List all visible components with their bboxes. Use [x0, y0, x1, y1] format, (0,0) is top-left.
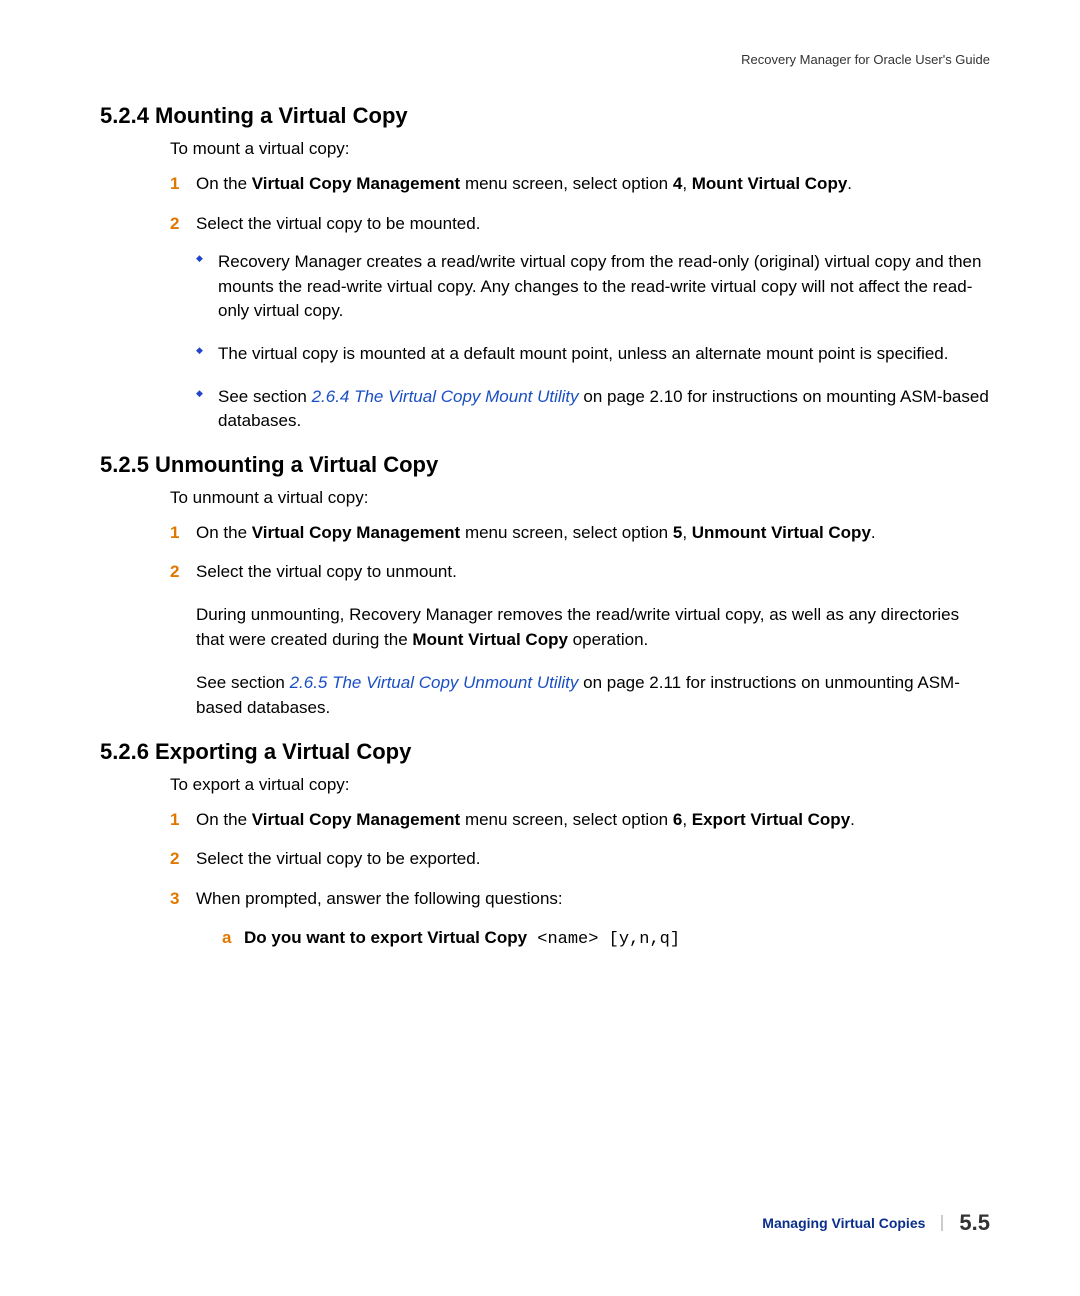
- paragraph: See section 2.6.5 The Virtual Copy Unmou…: [196, 670, 990, 721]
- footer-chapter: Managing Virtual Copies: [762, 1215, 943, 1231]
- text-bold: Export Virtual Copy: [692, 810, 850, 829]
- text-bold: 6: [673, 810, 682, 829]
- step-number: 1: [170, 171, 179, 197]
- text: .: [871, 523, 876, 542]
- text-bold: Mount Virtual Copy: [412, 630, 568, 649]
- bullet-list: Recovery Manager creates a read/write vi…: [196, 250, 990, 434]
- heading-5-2-5: 5.2.5 Unmounting a Virtual Copy: [100, 452, 990, 478]
- cross-ref-link[interactable]: 2.6.4 The Virtual Copy Mount Utility: [312, 387, 579, 406]
- paragraph: During unmounting, Recovery Manager remo…: [196, 602, 990, 653]
- step-1: 1 On the Virtual Copy Management menu sc…: [170, 807, 990, 833]
- page: Recovery Manager for Oracle User's Guide…: [0, 0, 1080, 1296]
- sub-step-a: a Do you want to export Virtual Copy <na…: [222, 925, 990, 953]
- running-head: Recovery Manager for Oracle User's Guide: [100, 52, 990, 67]
- heading-5-2-6: 5.2.6 Exporting a Virtual Copy: [100, 739, 990, 765]
- bullet-item: The virtual copy is mounted at a default…: [196, 342, 990, 367]
- sub-step-letter: a: [222, 925, 231, 951]
- text-bold: Virtual Copy Management: [252, 810, 460, 829]
- intro-5-2-4: To mount a virtual copy:: [170, 139, 990, 159]
- steps-5-2-6: 1 On the Virtual Copy Management menu sc…: [170, 807, 990, 953]
- page-number: 5.5: [959, 1210, 990, 1236]
- text: operation.: [568, 630, 648, 649]
- text-bold: Virtual Copy Management: [252, 174, 460, 193]
- text: menu screen, select option: [460, 523, 673, 542]
- step-number: 2: [170, 211, 179, 237]
- step-3: 3 When prompted, answer the following qu…: [170, 886, 990, 953]
- cross-ref-link[interactable]: 2.6.5 The Virtual Copy Unmount Utility: [290, 673, 579, 692]
- text-bold: Unmount Virtual Copy: [692, 523, 871, 542]
- text-mono: <name> [y,n,q]: [527, 930, 680, 949]
- text-bold: 4: [673, 174, 682, 193]
- step-number: 1: [170, 807, 179, 833]
- text: menu screen, select option: [460, 174, 673, 193]
- step-number: 2: [170, 559, 179, 585]
- text: .: [847, 174, 852, 193]
- text: On the: [196, 174, 252, 193]
- text: See section: [218, 387, 312, 406]
- intro-5-2-5: To unmount a virtual copy:: [170, 488, 990, 508]
- step-number: 3: [170, 886, 179, 912]
- text: ,: [682, 810, 691, 829]
- page-footer: Managing Virtual Copies 5.5: [762, 1210, 990, 1236]
- text: ,: [682, 523, 691, 542]
- heading-5-2-4: 5.2.4 Mounting a Virtual Copy: [100, 103, 990, 129]
- text: On the: [196, 523, 252, 542]
- text: ,: [682, 174, 691, 193]
- step-2: 2 Select the virtual copy to be mounted.…: [170, 211, 990, 434]
- text-bold: Virtual Copy Management: [252, 523, 460, 542]
- step-2: 2 Select the virtual copy to unmount.: [170, 559, 990, 585]
- text: When prompted, answer the following ques…: [196, 889, 563, 908]
- text: .: [850, 810, 855, 829]
- sub-steps: a Do you want to export Virtual Copy <na…: [196, 925, 990, 953]
- text: Select the virtual copy to be mounted.: [196, 214, 480, 233]
- step-2: 2 Select the virtual copy to be exported…: [170, 846, 990, 872]
- step-number: 1: [170, 520, 179, 546]
- text: Select the virtual copy to be exported.: [196, 849, 480, 868]
- text: Select the virtual copy to unmount.: [196, 562, 457, 581]
- step-number: 2: [170, 846, 179, 872]
- steps-5-2-5: 1 On the Virtual Copy Management menu sc…: [170, 520, 990, 585]
- step-1: 1 On the Virtual Copy Management menu sc…: [170, 520, 990, 546]
- intro-5-2-6: To export a virtual copy:: [170, 775, 990, 795]
- text-bold: Mount Virtual Copy: [692, 174, 848, 193]
- text-bold: 5: [673, 523, 682, 542]
- step-1: 1 On the Virtual Copy Management menu sc…: [170, 171, 990, 197]
- bullet-item: See section 2.6.4 The Virtual Copy Mount…: [196, 385, 990, 434]
- text: See section: [196, 673, 290, 692]
- text: On the: [196, 810, 252, 829]
- bullet-item: Recovery Manager creates a read/write vi…: [196, 250, 990, 324]
- steps-5-2-4: 1 On the Virtual Copy Management menu sc…: [170, 171, 990, 434]
- text: menu screen, select option: [460, 810, 673, 829]
- text-bold: Do you want to export Virtual Copy: [244, 928, 527, 947]
